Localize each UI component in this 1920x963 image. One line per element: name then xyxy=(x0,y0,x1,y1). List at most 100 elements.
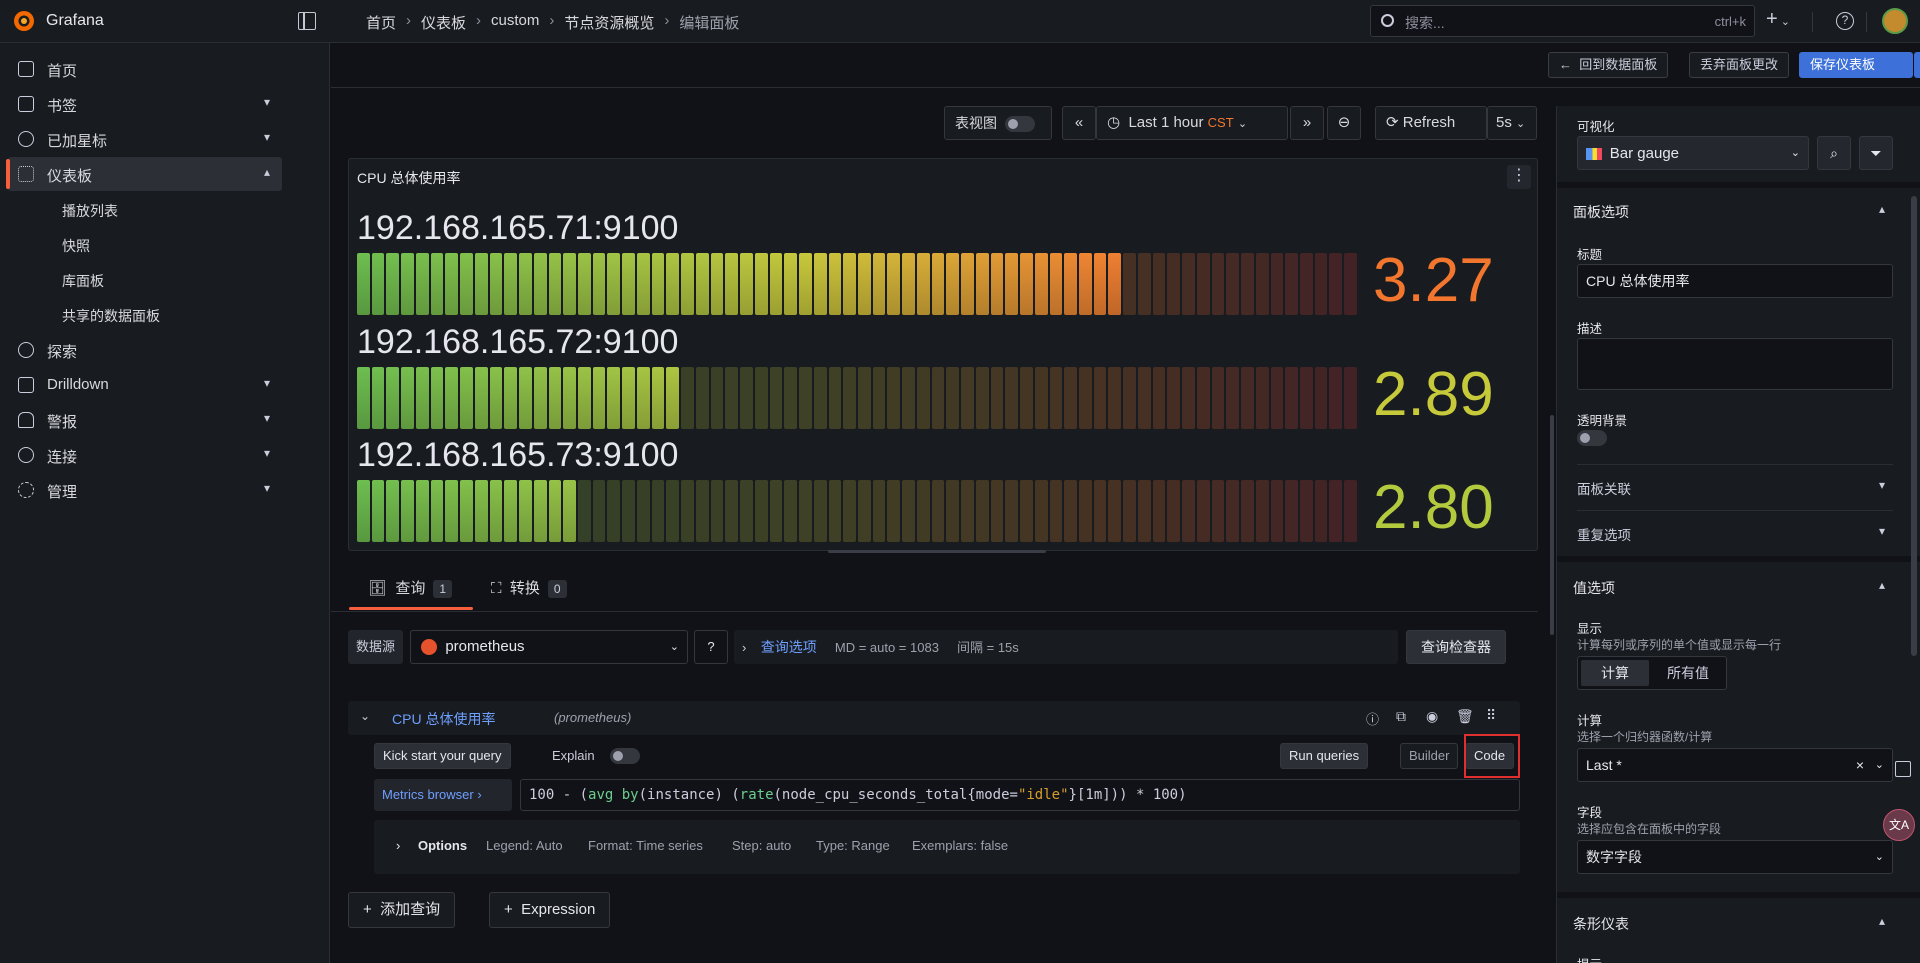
chevron-up-icon[interactable]: ▴ xyxy=(264,165,270,179)
show-calculate-option[interactable]: 计算 xyxy=(1581,660,1649,686)
section-bar-gauge[interactable]: 条形仪表 ▴ xyxy=(1573,914,1893,934)
save-options-dropdown[interactable]: ▾ xyxy=(1914,52,1920,78)
section-value-options[interactable]: 值选项 ▴ xyxy=(1573,578,1893,598)
metrics-browser-button[interactable]: Metrics browser › xyxy=(374,779,512,811)
refresh-button[interactable]: ⟳ Refresh xyxy=(1375,106,1487,140)
explain-toggle[interactable] xyxy=(610,748,640,764)
breadcrumb-home[interactable]: 首页 xyxy=(366,12,396,33)
gauge-cell xyxy=(415,253,429,315)
tab-transformations[interactable]: ⛶ 转换 0 xyxy=(491,577,567,598)
help-icon[interactable]: ? xyxy=(1836,12,1854,30)
grid-add-icon[interactable] xyxy=(1895,761,1911,777)
time-shift-forward-button[interactable]: » xyxy=(1290,106,1324,140)
scrollbar[interactable] xyxy=(1911,196,1917,656)
query-datasource-hint: (prometheus) xyxy=(554,710,632,725)
time-picker[interactable]: ◷ Last 1 hour CST ⌄ xyxy=(1096,106,1288,140)
chevron-down-icon[interactable]: ▾ xyxy=(264,411,270,425)
chevron-down-icon[interactable]: ▾ xyxy=(264,376,270,390)
query-options-bar[interactable]: › 查询选项 MD = auto = 1083 间隔 = 15s xyxy=(734,630,1398,664)
search-input[interactable]: 搜索... ctrl+k xyxy=(1370,5,1755,37)
gauge-cell xyxy=(961,253,974,315)
gauge-cell xyxy=(1344,367,1357,429)
calculation-picker[interactable]: Last * × ⌄ xyxy=(1577,748,1893,782)
section-panel-options[interactable]: 面板选项 ▴ xyxy=(1573,202,1893,222)
builder-mode-button[interactable]: Builder xyxy=(1400,743,1459,769)
kick-start-query-button[interactable]: Kick start your query xyxy=(374,743,511,769)
eye-icon[interactable]: ◉ xyxy=(1426,708,1438,725)
chevron-down-icon[interactable]: ▾ xyxy=(264,130,270,144)
query-inspector-button[interactable]: 查询检查器 xyxy=(1406,630,1506,664)
translate-icon[interactable]: 文A xyxy=(1883,809,1915,841)
run-queries-button[interactable]: Run queries xyxy=(1280,743,1369,769)
trash-icon[interactable]: 🗑 xyxy=(1456,708,1474,725)
tab-queries[interactable]: 🗄 查询 1 xyxy=(368,577,453,598)
add-query-button[interactable]: + 添加查询 xyxy=(348,892,456,928)
duplicate-icon[interactable]: ⧉ xyxy=(1396,708,1406,725)
filter-icon[interactable]: ⏷ xyxy=(1859,136,1893,170)
options-title[interactable]: Options xyxy=(418,838,467,853)
fields-picker[interactable]: 数字字段 ⌄ xyxy=(1577,840,1893,874)
gauge-cell xyxy=(548,367,562,429)
back-to-dashboard-button[interactable]: ← 回到数据面板 xyxy=(1548,52,1669,78)
sidebar-item-connections[interactable]: 连接 ▾ xyxy=(8,438,282,472)
help-icon[interactable]: ⓘ xyxy=(1366,709,1379,728)
title-input[interactable]: CPU 总体使用率 xyxy=(1577,264,1893,298)
metrics-browser-label: Metrics browser xyxy=(382,787,474,802)
query-options-row[interactable]: › Options Legend: Auto Format: Time seri… xyxy=(374,820,1520,874)
save-dashboard-button[interactable]: 保存仪表板 xyxy=(1799,52,1913,78)
show-all-values-option[interactable]: 所有值 xyxy=(1654,660,1722,686)
sidebar-item-dashboards[interactable]: 仪表板 ▴ xyxy=(6,157,282,191)
sidebar-subitem-playlists[interactable]: 播放列表 xyxy=(62,201,118,221)
breadcrumb-dashboards[interactable]: 仪表板 xyxy=(421,12,466,33)
description-textarea[interactable] xyxy=(1577,338,1893,390)
sidebar-subitem-snapshots[interactable]: 快照 xyxy=(62,236,90,256)
sidebar-item-home[interactable]: 首页 xyxy=(8,52,282,86)
help-icon[interactable]: ? xyxy=(694,630,728,664)
sidebar-item-explore[interactable]: 探索 xyxy=(8,333,282,367)
section-repeat-options[interactable]: 重复选项 ▾ xyxy=(1577,524,1893,544)
dock-menu-icon[interactable] xyxy=(298,12,316,30)
sidebar-item-drilldown[interactable]: Drilldown ▾ xyxy=(8,368,282,402)
sidebar-item-starred[interactable]: 已加星标 ▾ xyxy=(8,122,282,156)
grafana-logo-icon[interactable] xyxy=(12,9,36,33)
datasource-picker[interactable]: prometheus ⌄ xyxy=(410,630,688,664)
breadcrumb-dashboard[interactable]: 节点资源概览 xyxy=(564,12,654,33)
chevron-down-icon[interactable]: ▾ xyxy=(264,481,270,495)
refresh-interval-picker[interactable]: 5s ⌄ xyxy=(1487,106,1537,140)
query-row-header: ⌄ CPU 总体使用率 (prometheus) ⓘ ⧉ ◉ 🗑 ⠿ xyxy=(348,701,1520,735)
visualization-picker[interactable]: Bar gauge ⌄ xyxy=(1577,136,1809,170)
sidebar-item-alerting[interactable]: 警报 ▾ xyxy=(8,403,282,437)
section-panel-links[interactable]: 面板关联 ▾ xyxy=(1577,478,1893,498)
query-options-link[interactable]: 查询选项 xyxy=(761,639,817,655)
sidebar-item-bookmarks[interactable]: 书签 ▾ xyxy=(8,87,282,121)
time-shift-back-button[interactable]: « xyxy=(1062,106,1096,140)
discard-changes-button[interactable]: 丢弃面板更改 xyxy=(1689,52,1790,78)
query-name[interactable]: CPU 总体使用率 xyxy=(392,709,495,729)
promql-editor[interactable]: 100 - (avg by(instance) (rate(node_cpu_s… xyxy=(520,779,1520,811)
sidebar-subitem-shared-dashboards[interactable]: 共享的数据面板 xyxy=(62,306,160,326)
pane-splitter[interactable] xyxy=(1550,415,1554,635)
sidebar-subitem-library-panels[interactable]: 库面板 xyxy=(62,271,104,291)
zoom-out-icon[interactable]: ⊖ xyxy=(1327,106,1361,140)
options-exemplars: Exemplars: false xyxy=(912,838,1009,853)
toggle-switch[interactable] xyxy=(1004,116,1035,133)
gauge-cell xyxy=(710,480,724,542)
chevron-down-icon[interactable]: ▾ xyxy=(264,95,270,109)
close-icon[interactable]: × xyxy=(1856,749,1864,781)
panel-menu-icon[interactable]: ⋮ xyxy=(1507,165,1531,189)
new-menu-button[interactable]: + ⌄ xyxy=(1766,8,1790,31)
breadcrumb-folder[interactable]: custom xyxy=(491,12,539,33)
transparent-toggle[interactable] xyxy=(1577,430,1607,446)
drag-handle-icon[interactable]: ⠿ xyxy=(1486,707,1496,724)
gauge-cell xyxy=(725,253,739,315)
panel-resize-handle[interactable] xyxy=(828,550,1046,553)
gauge-cell xyxy=(902,367,915,429)
search-options-icon[interactable]: ⌕ xyxy=(1817,136,1851,170)
sidebar-item-administration[interactable]: 管理 ▾ xyxy=(8,473,282,507)
chevron-down-icon[interactable]: ▾ xyxy=(264,446,270,460)
add-expression-button[interactable]: + Expression xyxy=(489,892,611,928)
avatar[interactable] xyxy=(1882,8,1908,34)
chevron-down-icon[interactable]: ⌄ xyxy=(360,709,370,723)
table-view-toggle[interactable]: 表视图 xyxy=(944,106,1052,140)
